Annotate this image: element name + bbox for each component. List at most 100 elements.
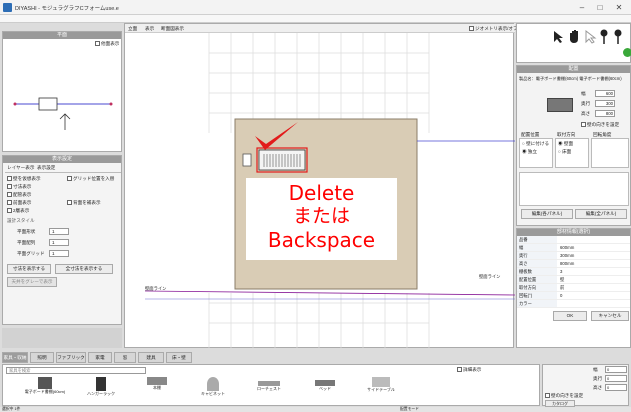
ceiling-gray-button[interactable]: 天井をグレーで表示 xyxy=(7,277,57,287)
catalog-side-panel: 幅 0 奥行 0 高さ 0 壁の向きを設定 カタログ xyxy=(542,364,629,407)
side-field-label: 高さ xyxy=(593,385,603,390)
prop-value[interactable] xyxy=(557,236,560,243)
prop-key: カラー xyxy=(517,300,557,307)
cancel-button[interactable]: キャンセル xyxy=(591,311,629,321)
wall-orient-label: 壁の向きを設定 xyxy=(587,122,620,127)
edit-each-panel-button[interactable]: 編集(各パネル) xyxy=(521,209,573,219)
row-select[interactable]: 1 xyxy=(49,228,69,235)
catalog-item[interactable]: キャビネット xyxy=(187,377,239,405)
side-check[interactable]: 壁の向きを設定 xyxy=(545,393,583,399)
prop-value[interactable]: 300mm xyxy=(557,252,574,259)
prop-key: 幅 xyxy=(517,244,557,251)
tab-floor-wall[interactable]: 床・壁 xyxy=(166,352,192,363)
wall-orient-check[interactable]: 壁の向きを設定 xyxy=(581,122,619,128)
checkbox-icon xyxy=(469,26,474,32)
show-all-dims-button[interactable]: 全寸法を表示する xyxy=(55,264,113,274)
side-field-input[interactable]: 0 xyxy=(605,375,627,382)
item-thumbnail xyxy=(207,377,219,391)
checkbox-icon xyxy=(7,176,12,182)
radio-option[interactable]: ○ 壁に付ける xyxy=(522,141,550,147)
check-label: 寸法表示 xyxy=(13,184,32,189)
radio-option[interactable]: ◉ 壁面 xyxy=(558,141,586,147)
catalog-item[interactable]: ハンガーラック xyxy=(75,377,127,405)
checkbox-icon xyxy=(7,208,12,214)
checkbox-icon xyxy=(545,393,550,399)
tab-fabric[interactable]: ファブリック xyxy=(56,352,86,363)
side-field-input[interactable]: 0 xyxy=(605,384,627,391)
rotation-group xyxy=(591,138,629,168)
check-option[interactable]: 寸法表示 xyxy=(7,184,31,190)
pin-icon[interactable] xyxy=(599,29,609,45)
hand-pan-icon[interactable] xyxy=(567,29,581,44)
prop-row: 棚板数 3 xyxy=(517,268,630,276)
catalog-search-input[interactable]: 家具を検索 xyxy=(6,367,146,374)
tab-layer-display[interactable]: レイヤー表示 xyxy=(7,165,34,171)
tab-section[interactable]: 断面図表示 xyxy=(161,26,184,32)
catalog-item[interactable]: サイドテーブル xyxy=(355,377,407,405)
tab-elevation[interactable]: 立面 xyxy=(128,26,137,32)
maximize-button[interactable]: □ xyxy=(593,2,607,13)
catalog-item[interactable]: 本棚 xyxy=(131,377,183,405)
pointer-outline-icon[interactable] xyxy=(583,30,597,44)
prop-value[interactable]: 壁 xyxy=(557,276,564,283)
ok-button[interactable]: OK xyxy=(553,311,587,321)
show-dims-button[interactable]: 寸法を表示する xyxy=(7,264,51,274)
tab-display[interactable]: 表示 xyxy=(145,26,154,32)
status-bar: 選択中 1件 配置モード xyxy=(0,407,631,412)
tab-furniture[interactable]: 家具・収納 xyxy=(2,352,28,363)
prop-value[interactable]: 0 xyxy=(557,292,562,299)
radio-option[interactable]: ○ 床面 xyxy=(558,149,586,155)
side-field-label: 幅 xyxy=(593,367,598,372)
edit-all-panel-button[interactable]: 編集(全パネル) xyxy=(575,209,627,219)
dim-input[interactable]: 600 xyxy=(595,90,615,97)
tab-display-settings[interactable]: 表示設定 xyxy=(37,165,55,171)
catalog-item[interactable]: ベッド xyxy=(299,377,351,405)
check-option[interactable]: グリッド位置を入替 xyxy=(67,176,114,182)
geometry-toggle[interactable]: ジオメトリ表示/オフ xyxy=(469,26,518,32)
plan-view-header: 平面 xyxy=(3,32,121,39)
catalog-item[interactable]: ローチェスト xyxy=(243,377,295,405)
side-check-label: 壁の向きを設定 xyxy=(551,393,584,398)
check-option[interactable]: 前面表示 xyxy=(7,200,31,206)
radio-label: 独立 xyxy=(527,149,538,154)
row-select[interactable]: 1 xyxy=(49,250,69,257)
check-label: 前面表示 xyxy=(13,200,32,205)
other-view-check[interactable]: 他面表示 xyxy=(95,41,119,47)
select-arrow-icon[interactable] xyxy=(551,30,565,44)
dim-input[interactable]: 300 xyxy=(595,100,615,107)
checkmark-icon xyxy=(255,122,298,150)
catalog-item[interactable]: 電子ボード書棚(60cm) xyxy=(19,377,71,405)
tab-lighting[interactable]: 照明 xyxy=(30,352,54,363)
minimize-button[interactable]: – xyxy=(575,2,589,13)
check-option[interactable]: 背面を補表示 xyxy=(67,200,101,206)
prop-value[interactable]: 3 xyxy=(557,268,562,275)
tab-fittings[interactable]: 建具 xyxy=(138,352,164,363)
detail-check[interactable]: 詳細表示 xyxy=(457,367,481,373)
pin-icon[interactable] xyxy=(613,29,623,45)
prop-value[interactable] xyxy=(557,300,560,307)
radio-option[interactable]: ◉ 独立 xyxy=(522,149,550,155)
prop-key: 回転(°) xyxy=(517,292,557,299)
check-option[interactable]: 配管表示 xyxy=(7,192,31,198)
dim-input[interactable]: 800 xyxy=(595,110,615,117)
side-field-input[interactable]: 0 xyxy=(605,366,627,373)
left-empty-area xyxy=(2,328,122,348)
callout-delete: Delete xyxy=(288,181,355,205)
prop-value[interactable]: 600mm xyxy=(557,244,574,251)
row-select[interactable]: 1 xyxy=(49,239,69,246)
prop-value[interactable]: 前 xyxy=(557,284,564,291)
close-button[interactable]: ✕ xyxy=(612,2,626,13)
prop-value[interactable]: 800mm xyxy=(557,260,574,267)
prop-row: 品番 xyxy=(517,236,630,244)
tab-window[interactable]: 窓 xyxy=(114,352,136,363)
plan-view-drawing[interactable] xyxy=(3,62,123,150)
prop-key: 棚板数 xyxy=(517,268,557,275)
tool-palette xyxy=(516,23,631,63)
extra-options-group xyxy=(519,172,629,206)
prop-row: 奥行 300mm xyxy=(517,252,630,260)
check-option[interactable]: 2層表示 xyxy=(7,208,29,214)
tab-appliance[interactable]: 家電 xyxy=(88,352,112,363)
item-label: ベッド xyxy=(319,386,331,391)
check-option[interactable]: 壁を仮想表示 xyxy=(7,176,41,182)
catalog-button[interactable]: カタログ xyxy=(545,400,575,407)
